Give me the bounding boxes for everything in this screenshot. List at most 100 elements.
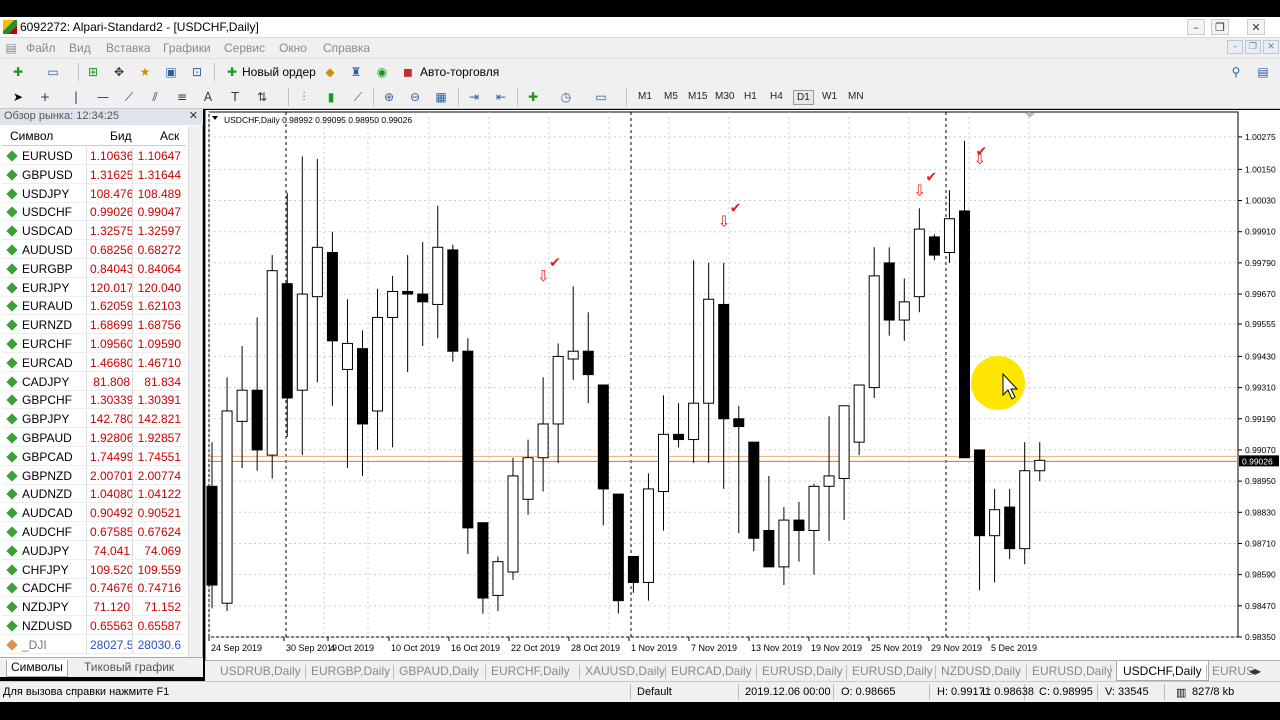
templates-icon[interactable]: ▭ <box>593 89 609 105</box>
profiles-icon[interactable]: ▭ <box>45 64 61 80</box>
auto-trading-button[interactable]: ◼ Авто-торговля <box>398 62 502 82</box>
market-watch-scrollbar[interactable] <box>188 126 201 660</box>
chart-window[interactable]: 1.00275 1.00150 1.00030 0.99910 0.99790 0.996… <box>205 110 1280 660</box>
market-watch-row[interactable]: EURJPY 120.017 120.040 <box>2 278 186 297</box>
autoscroll-icon[interactable]: ⇥ <box>466 89 482 105</box>
col-bid[interactable]: Бид <box>110 129 132 143</box>
channel-icon[interactable]: ⫽ <box>147 89 163 105</box>
chart-tab[interactable]: XAUUSD,Daily <box>585 664 665 678</box>
col-symbol[interactable]: Символ <box>10 129 53 143</box>
market-watch-row[interactable]: AUDCHF 0.67585 0.67624 <box>2 523 186 541</box>
market-watch-row[interactable]: AUDUSD 0.68256 0.68272 <box>2 241 186 259</box>
tab-symbols[interactable]: Символы <box>6 660 68 677</box>
market-watch-row[interactable]: USDCAD 1.32575 1.32597 <box>2 222 186 241</box>
market-watch-row[interactable]: GBPAUD 1.92806 1.92857 <box>2 429 186 447</box>
vps-icon[interactable]: ◉ <box>374 64 390 80</box>
market-watch-row[interactable]: GBPUSD 1.31625 1.31644 <box>2 165 186 184</box>
chart-tab[interactable]: EURCHF,Daily <box>491 664 570 678</box>
chart-tab[interactable]: EURGBP,Daily <box>311 664 390 678</box>
text-label-icon[interactable]: T <box>227 89 243 105</box>
price-chart[interactable]: 1.00275 1.00150 1.00030 0.99910 0.99790 0.996… <box>206 110 1280 660</box>
menu-help[interactable]: Справка <box>323 41 370 55</box>
market-watch-row[interactable]: EURCHF 1.09560 1.09590 <box>2 335 186 353</box>
market-watch-row[interactable]: AUDNZD 1.04080 1.04122 <box>2 485 186 504</box>
market-watch-row[interactable]: USDCHF 0.99026 0.99047 <box>2 203 186 222</box>
navigator-icon[interactable]: ✥ <box>111 64 127 80</box>
timeframe-h4[interactable]: H4 <box>767 90 786 103</box>
bar-chart-icon[interactable]: ⫶ <box>296 89 312 105</box>
market-watch-row[interactable]: NZDUSD 0.65563 0.65587 <box>2 617 186 635</box>
chart-tab[interactable]: EURUSD,Daily <box>1032 664 1113 678</box>
market-watch-row[interactable]: USDJPY 108.476 108.489 <box>2 184 186 203</box>
periods-icon[interactable]: ◷ <box>558 89 574 105</box>
chart-tab[interactable]: USDRUB,Daily <box>220 664 301 678</box>
timeframe-m1[interactable]: M1 <box>635 90 655 103</box>
menu-charts[interactable]: Графики <box>163 41 211 55</box>
market-watch-row[interactable]: AUDJPY 74.041 74.069 <box>2 541 186 560</box>
chart-tab[interactable]: USDCHF,Daily <box>1116 661 1209 681</box>
chart-tab[interactable]: NZDUSD,Daily <box>941 664 1021 678</box>
menu-window[interactable]: Окно <box>279 41 307 55</box>
text-icon[interactable]: A <box>200 89 216 105</box>
horizontal-line-icon[interactable]: — <box>95 89 111 105</box>
candle-chart-icon[interactable]: ▮ <box>323 89 339 105</box>
mdi-minimize-icon[interactable]: – <box>1227 40 1243 54</box>
search-icon[interactable]: ⚲ <box>1228 64 1244 80</box>
line-chart-icon[interactable]: ⟋ <box>350 89 366 105</box>
timeframe-h1[interactable]: H1 <box>741 90 760 103</box>
terminal-icon[interactable]: ▣ <box>163 64 179 80</box>
menu-tools[interactable]: Сервис <box>224 41 265 55</box>
chart-shift-icon[interactable]: ⇤ <box>493 89 509 105</box>
tile-windows-icon[interactable]: ▦ <box>433 89 449 105</box>
indicators-icon[interactable]: ✚ <box>525 89 541 105</box>
menu-view[interactable]: Вид <box>69 41 91 55</box>
timeframe-w1[interactable]: W1 <box>819 90 840 103</box>
zoom-out-icon[interactable]: ⊖ <box>407 89 423 105</box>
market-watch-row[interactable]: GBPCHF 1.30339 1.30391 <box>2 391 186 410</box>
menu-insert[interactable]: Вставка <box>106 41 151 55</box>
market-watch-row[interactable]: EURGBP 0.84043 0.84064 <box>2 259 186 278</box>
chat-icon[interactable]: ▤ <box>1255 64 1271 80</box>
market-watch-row[interactable]: _DJI 28027.5 28030.6 <box>2 635 186 654</box>
market-watch-row[interactable]: CHFJPY 109.520 109.559 <box>2 560 186 579</box>
mdi-close-icon[interactable]: ✕ <box>1263 40 1279 54</box>
maximize-icon[interactable]: ❐ <box>1211 19 1229 35</box>
market-watch-row[interactable]: EURNZD 1.68699 1.68756 <box>2 316 186 335</box>
market-watch-row[interactable]: GBPCAD 1.74499 1.74551 <box>2 447 186 466</box>
timeframe-m5[interactable]: M5 <box>661 90 681 103</box>
timeframe-mn[interactable]: MN <box>845 90 867 103</box>
market-icon[interactable]: ♜ <box>348 64 364 80</box>
new-chart-icon[interactable]: ✚ <box>10 64 26 80</box>
data-window-icon[interactable]: ★ <box>137 64 153 80</box>
chart-tab[interactable]: EURUSD,Daily <box>852 664 933 678</box>
chart-tab[interactable]: EURCAD,Daily <box>671 664 752 678</box>
zoom-in-icon[interactable]: ⊕ <box>381 89 397 105</box>
fibonacci-icon[interactable]: ≡ <box>174 89 190 105</box>
tab-scroll-arrows-icon[interactable]: ◂▸ <box>1249 664 1261 678</box>
timeframe-m30[interactable]: M30 <box>712 90 737 103</box>
market-watch-icon[interactable]: ⊞ <box>85 64 101 80</box>
chart-tab[interactable]: EURUSD,Daily <box>762 664 843 678</box>
market-watch-row[interactable]: EURCAD 1.46680 1.46710 <box>2 353 186 372</box>
crosshair-icon[interactable]: + <box>37 89 53 105</box>
close-icon[interactable]: ✕ <box>1247 19 1265 35</box>
cursor-icon[interactable]: ➤ <box>10 89 26 105</box>
tab-tick-chart[interactable]: Тиковый график <box>80 660 178 674</box>
chart-tab[interactable]: EURUS <box>1212 664 1254 678</box>
market-watch-row[interactable]: EURAUD 1.62059 1.62103 <box>2 297 186 316</box>
mdi-restore-icon[interactable]: ❐ <box>1245 40 1261 54</box>
market-watch-close-icon[interactable]: ✕ <box>189 109 198 122</box>
market-watch-row[interactable]: CADCHF 0.74676 0.74716 <box>2 579 186 598</box>
minimize-icon[interactable]: – <box>1187 19 1205 35</box>
tester-icon[interactable]: ⊡ <box>189 64 205 80</box>
timeframe-d1[interactable]: D1 <box>793 90 814 105</box>
market-watch-row[interactable]: EURUSD 1.10636 1.10647 <box>2 147 186 165</box>
new-order-button[interactable]: ✚ Новый ордер <box>222 62 316 82</box>
col-ask[interactable]: Аск <box>160 129 179 143</box>
chart-tab[interactable]: GBPAUD,Daily <box>399 664 479 678</box>
market-watch-row[interactable]: GBPNZD 2.00701 2.00774 <box>2 466 186 485</box>
market-watch-row[interactable]: NZDJPY 71.120 71.152 <box>2 598 186 617</box>
market-watch-row[interactable]: CADJPY 81.808 81.834 <box>2 372 186 391</box>
market-watch-row[interactable]: GBPJPY 142.780 142.821 <box>2 410 186 429</box>
signals-icon[interactable]: ◆ <box>322 64 338 80</box>
